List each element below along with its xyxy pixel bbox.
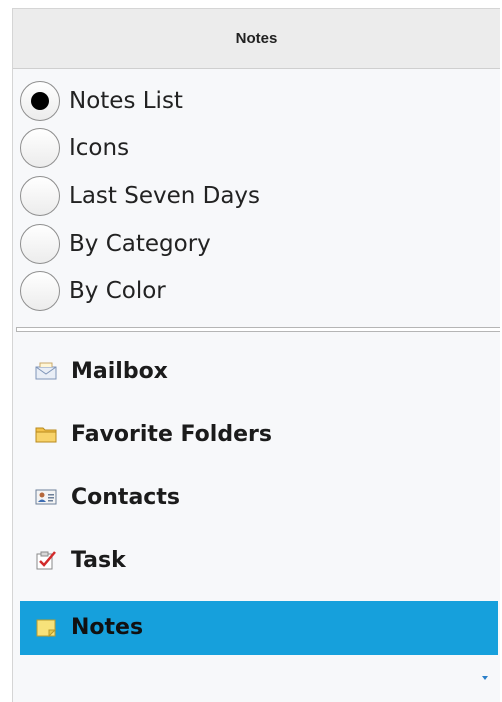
nav-item-contacts[interactable]: Contacts (13, 466, 500, 529)
view-option-label: Icons (69, 135, 130, 162)
nav-item-notes[interactable]: Notes (20, 600, 498, 655)
view-option-label: By Category (69, 230, 211, 257)
view-option-by-color[interactable]: By Color (13, 267, 500, 315)
radio-button[interactable] (20, 271, 60, 312)
nav-item-label: Task (71, 547, 126, 573)
view-option-label: By Color (69, 278, 166, 305)
nav-item-favorite-folders[interactable]: Favorite Folders (13, 403, 500, 466)
radio-button[interactable] (20, 128, 60, 169)
radio-button[interactable] (20, 175, 60, 216)
view-option-label: Last Seven Days (69, 182, 261, 209)
overflow-chevron-down-icon[interactable] (482, 676, 488, 680)
view-options: Notes List Icons Last Seven Days By Cate… (13, 69, 500, 315)
pane-header: Notes (13, 9, 500, 69)
pane-splitter[interactable] (16, 326, 500, 332)
view-option-by-category[interactable]: By Category (13, 220, 500, 268)
nav-item-label: Contacts (71, 484, 180, 510)
pane-title: Notes (235, 30, 278, 47)
module-navigation: Mailbox Favorite Folders Contacts Task N… (13, 340, 500, 655)
nav-item-task[interactable]: Task (13, 529, 500, 592)
radio-button[interactable] (20, 223, 60, 264)
folder-icon (35, 424, 57, 444)
radio-button-selected[interactable] (20, 80, 60, 121)
nav-item-label: Favorite Folders (71, 421, 272, 447)
contact-card-icon (35, 487, 57, 507)
notes-navigation-pane: Notes Notes List Icons Last Seven Days B… (12, 8, 500, 702)
view-option-notes-list[interactable]: Notes List (13, 77, 500, 125)
nav-item-label: Mailbox (71, 358, 168, 384)
view-option-label: Notes List (69, 87, 183, 114)
view-option-last-seven-days[interactable]: Last Seven Days (13, 172, 500, 220)
view-option-icons[interactable]: Icons (13, 125, 500, 173)
nav-item-label: Notes (71, 615, 144, 641)
radio-dot (31, 91, 49, 110)
note-icon (35, 618, 57, 638)
mailbox-icon (35, 361, 57, 381)
task-check-icon (35, 550, 57, 570)
nav-item-mailbox[interactable]: Mailbox (13, 340, 500, 403)
